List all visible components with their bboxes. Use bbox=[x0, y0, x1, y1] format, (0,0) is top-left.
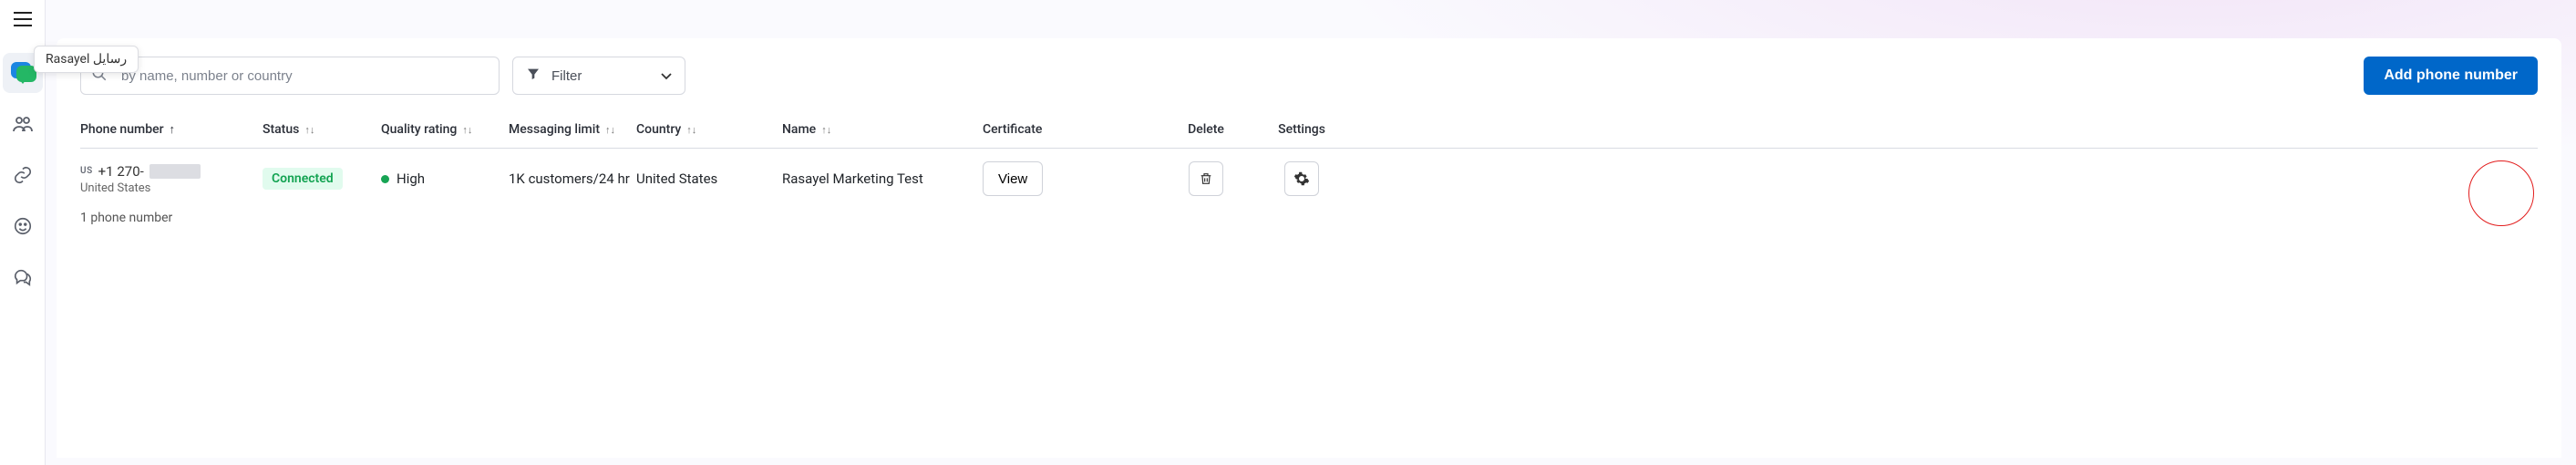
table-footer-count: 1 phone number bbox=[80, 211, 2538, 225]
sort-icon: ↑↓ bbox=[686, 124, 696, 136]
search-input[interactable] bbox=[80, 57, 500, 95]
col-status-label: Status bbox=[263, 122, 299, 137]
col-limit[interactable]: Messaging limit ↑↓ bbox=[509, 122, 636, 137]
country-code-badge: US bbox=[80, 166, 93, 176]
status-badge: Connected bbox=[263, 168, 343, 190]
country-value: United States bbox=[636, 170, 782, 187]
table-header: Phone number ↑ Status ↑↓ Quality rating … bbox=[80, 122, 2538, 149]
col-name-label: Name bbox=[782, 122, 816, 137]
col-name[interactable]: Name ↑↓ bbox=[782, 122, 983, 137]
sort-icon: ↑↓ bbox=[304, 124, 314, 136]
col-quality-label: Quality rating bbox=[381, 122, 457, 137]
phone-number: +1 270- bbox=[98, 163, 144, 180]
col-settings-label: Settings bbox=[1278, 122, 1325, 137]
messaging-limit-value: 1K customers/24 hr bbox=[509, 170, 636, 187]
filter-label: Filter bbox=[551, 68, 582, 84]
add-phone-number-button[interactable]: Add phone number bbox=[2364, 57, 2538, 95]
nav-integrations[interactable] bbox=[3, 155, 43, 195]
chat-logo-icon bbox=[9, 62, 36, 84]
sort-icon: ↑↓ bbox=[605, 124, 615, 136]
col-settings: Settings bbox=[1256, 122, 1347, 137]
nav-contacts[interactable] bbox=[3, 104, 43, 144]
delete-button[interactable] bbox=[1189, 161, 1223, 196]
quality-value: High bbox=[397, 170, 425, 187]
filter-icon bbox=[526, 67, 541, 85]
phone-country-sub: United States bbox=[80, 181, 263, 195]
nav-conversations[interactable] bbox=[3, 257, 43, 297]
col-country[interactable]: Country ↑↓ bbox=[636, 122, 782, 137]
gear-icon bbox=[1293, 170, 1310, 187]
chevron-down-icon bbox=[661, 68, 672, 84]
trash-icon bbox=[1199, 170, 1213, 187]
settings-button[interactable] bbox=[1284, 161, 1319, 196]
col-cert-label: Certificate bbox=[983, 122, 1042, 137]
view-certificate-button[interactable]: View bbox=[983, 161, 1043, 196]
col-country-label: Country bbox=[636, 122, 681, 137]
col-limit-label: Messaging limit bbox=[509, 122, 600, 137]
menu-button[interactable] bbox=[11, 7, 35, 31]
phone-redacted bbox=[149, 164, 201, 179]
name-value: Rasayel Marketing Test bbox=[782, 170, 983, 187]
table-row: US +1 270- United States Connected High … bbox=[80, 149, 2538, 205]
app-tooltip: Rasayel رسايل bbox=[34, 46, 139, 73]
filter-button[interactable]: Filter bbox=[512, 57, 685, 95]
col-certificate: Certificate bbox=[983, 122, 1156, 137]
col-phone-label: Phone number bbox=[80, 122, 164, 137]
col-quality[interactable]: Quality rating ↑↓ bbox=[381, 122, 509, 137]
col-phone-number[interactable]: Phone number ↑ bbox=[80, 122, 263, 137]
quality-dot-icon bbox=[381, 175, 389, 183]
col-status[interactable]: Status ↑↓ bbox=[263, 122, 381, 137]
sort-icon: ↑↓ bbox=[821, 124, 831, 136]
col-delete: Delete bbox=[1156, 122, 1256, 137]
nav-analytics[interactable] bbox=[3, 206, 43, 246]
main-content: Filter Add phone number Phone number ↑ S… bbox=[46, 0, 2576, 465]
col-delete-label: Delete bbox=[1188, 122, 1224, 137]
sort-asc-icon: ↑ bbox=[170, 122, 176, 137]
sort-icon: ↑↓ bbox=[462, 124, 472, 136]
